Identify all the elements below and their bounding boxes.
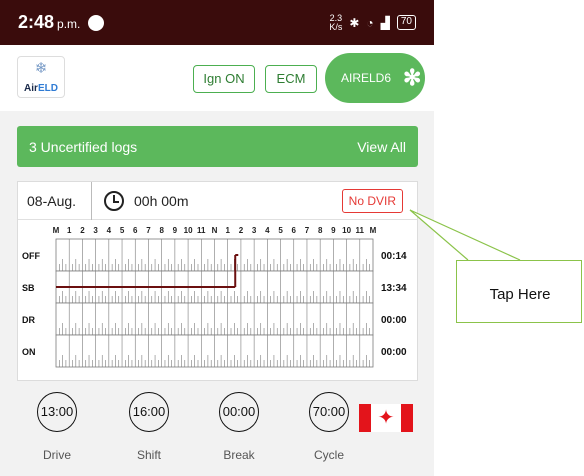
screenshot-stage: 2:48 p.m. 2.3 K/s ✱ ◔ ▟ 70 ❄ AirELD Ign ON… bbox=[0, 0, 584, 476]
hour-tick-label: 1 bbox=[225, 226, 230, 235]
shift-timer-label: Shift bbox=[136, 448, 161, 462]
hour-tick-label: 9 bbox=[331, 226, 336, 235]
hour-tick-label: 7 bbox=[305, 226, 310, 235]
cycle-timer-value: 70:00 bbox=[309, 392, 349, 432]
ign-on-button[interactable]: Ign ON bbox=[193, 65, 255, 93]
device-name: AIRELD6 bbox=[341, 71, 392, 85]
row-label: ON bbox=[22, 347, 36, 357]
hos-graph-svg: M 1 2 3 4 5 6 7 8 9 10 11 N 1 2 3 4 5 6 7 8 9 10 11 MOFF 00:14SB 1… bbox=[22, 226, 407, 368]
hour-tick-label: 6 bbox=[133, 226, 138, 235]
hour-tick-label: 6 bbox=[292, 226, 297, 235]
hour-tick-label: 9 bbox=[173, 226, 178, 235]
status-time: 2:48 p.m. bbox=[18, 12, 81, 32]
ecm-button[interactable]: ECM bbox=[265, 65, 317, 93]
hour-tick-label: M bbox=[370, 226, 377, 235]
row-total: 00:00 bbox=[381, 315, 407, 326]
hos-graph[interactable]: M 1 2 3 4 5 6 7 8 9 10 11 N 1 2 3 4 5 6 7 8 9 10 11 M OFF 00:14 SB 1… bbox=[18, 221, 419, 381]
hour-tick-label: 4 bbox=[265, 226, 270, 235]
hour-tick-label: M bbox=[53, 226, 60, 235]
break-timer-label: Break bbox=[223, 448, 255, 462]
log-date[interactable]: 08-Aug. bbox=[18, 181, 92, 220]
status-icons: 2.3 K/s ✱ ◔ ▟ 70 bbox=[329, 12, 416, 32]
bluetooth-icon: ✱ bbox=[349, 15, 360, 30]
row-label: SB bbox=[22, 283, 35, 293]
row-label: OFF bbox=[22, 251, 40, 261]
view-all-link[interactable]: View All bbox=[357, 139, 406, 155]
callout-text: Tap Here bbox=[489, 286, 551, 303]
uncertified-logs-banner[interactable]: 3 Uncertified logs View All bbox=[17, 126, 418, 167]
app-logo[interactable]: ❄ AirELD bbox=[17, 56, 65, 98]
notification-icon bbox=[88, 14, 105, 31]
hour-tick-label: 8 bbox=[318, 226, 323, 235]
log-summary-row: 08-Aug. 00h 00m No DVIR bbox=[18, 181, 417, 220]
battery-icon: 70 bbox=[396, 15, 416, 30]
uncertified-logs-text: 3 Uncertified logs bbox=[29, 138, 138, 155]
log-duration: 00h 00m bbox=[134, 192, 189, 209]
hour-tick-label: 5 bbox=[120, 226, 125, 235]
bluetooth-icon: ✻ bbox=[403, 65, 422, 90]
hour-tick-label: 5 bbox=[278, 226, 283, 235]
no-dvir-button[interactable]: No DVIR bbox=[341, 188, 403, 213]
snowflake-icon: ❄ bbox=[34, 60, 48, 77]
break-timer-value: 00:00 bbox=[219, 392, 259, 432]
hour-tick-label: 2 bbox=[80, 226, 85, 235]
hour-tick-label: 4 bbox=[107, 226, 112, 235]
hour-tick-label: 11 bbox=[356, 226, 365, 235]
app-header: ❄ AirELD Ign ON ECM AIRELD6 ✻ bbox=[0, 45, 434, 111]
cycle-timer: 70:00 Cycle bbox=[289, 392, 369, 462]
hour-tick-label: 2 bbox=[239, 226, 244, 235]
tap-here-callout: Tap Here bbox=[456, 260, 582, 323]
signal-icon: ▟ bbox=[380, 15, 390, 30]
hour-tick-label: 3 bbox=[93, 226, 98, 235]
shift-timer-value: 16:00 bbox=[129, 392, 169, 432]
hour-tick-label: 7 bbox=[146, 226, 151, 235]
drive-timer: 13:00 Drive bbox=[17, 392, 97, 462]
row-label: DR bbox=[22, 315, 35, 325]
hour-tick-label: 8 bbox=[159, 226, 164, 235]
network-speed: 2.3 K/s bbox=[329, 12, 343, 32]
canada-flag-icon[interactable]: ✦ bbox=[359, 404, 413, 432]
hour-tick-label: 10 bbox=[342, 226, 351, 235]
break-timer: 00:00 Break bbox=[199, 392, 279, 462]
clock-icon bbox=[104, 190, 124, 211]
hour-tick-label: N bbox=[212, 226, 218, 235]
timers-row: 13:00 Drive 16:00 Shift 00:00 Break 70:0… bbox=[17, 392, 418, 476]
row-total: 13:34 bbox=[381, 283, 407, 294]
phone-screen: 2:48 p.m. 2.3 K/s ✱ ◔ ▟ 70 ❄ AirELD Ign ON… bbox=[0, 0, 434, 476]
hour-tick-label: 10 bbox=[184, 226, 193, 235]
device-connection-button[interactable]: AIRELD6 ✻ bbox=[325, 53, 425, 103]
hour-tick-label: 3 bbox=[252, 226, 257, 235]
wifi-icon: ◔ bbox=[366, 15, 374, 30]
hour-tick-label: 11 bbox=[197, 226, 206, 235]
hour-tick-label: 1 bbox=[67, 226, 72, 235]
row-total: 00:14 bbox=[381, 251, 407, 262]
row-total: 00:00 bbox=[381, 347, 407, 358]
drive-timer-label: Drive bbox=[42, 448, 71, 462]
daily-log-card: 08-Aug. 00h 00m No DVIR M 1 2 3 4 5 6 7 8 9 10 11 N 1… bbox=[17, 181, 418, 381]
drive-timer-value: 13:00 bbox=[37, 392, 77, 432]
shift-timer: 16:00 Shift bbox=[109, 392, 189, 462]
cycle-timer-label: Cycle bbox=[313, 448, 344, 462]
status-bar: 2:48 p.m. 2.3 K/s ✱ ◔ ▟ 70 bbox=[0, 0, 434, 45]
